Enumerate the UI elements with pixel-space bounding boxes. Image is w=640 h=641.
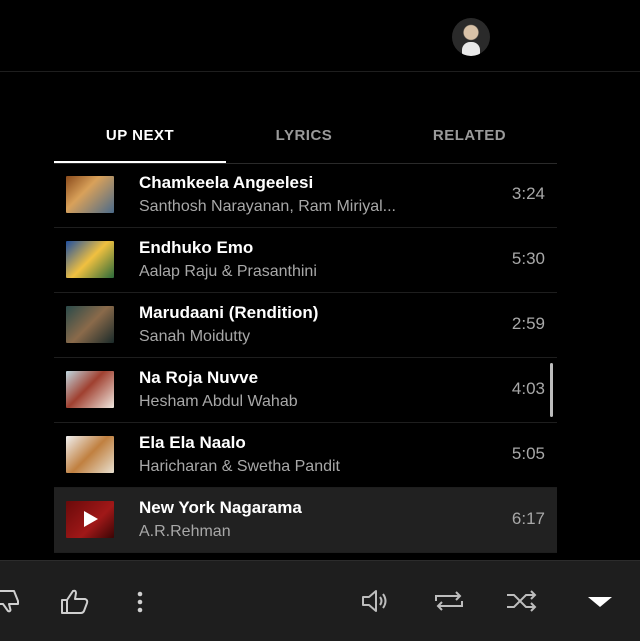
track-title: Chamkeela Angeelesi	[139, 173, 314, 192]
track-artist: Hesham Abdul Wahab	[139, 393, 298, 410]
tab-up-next[interactable]: UP NEXT	[54, 112, 226, 163]
track-title: New York Nagarama	[139, 498, 302, 517]
track-duration: 3:24	[511, 184, 545, 203]
track-duration: 4:03	[511, 379, 545, 398]
avatar-icon[interactable]	[452, 18, 490, 56]
tab-lyrics[interactable]: LYRICS	[226, 112, 382, 162]
repeat-icon[interactable]	[432, 589, 466, 613]
player-tabs: UP NEXT LYRICS RELATED	[54, 112, 557, 164]
thumbs-up-icon[interactable]	[60, 589, 90, 615]
album-art-thumbnail	[66, 501, 114, 538]
track-title: Ela Ela Naalo	[139, 433, 246, 452]
queue-item[interactable]: Ela Ela Naalo Haricharan & Swetha Pandit…	[54, 423, 557, 488]
volume-icon[interactable]	[361, 589, 391, 613]
track-artist: Santhosh Narayanan, Ram Miriyal...	[139, 198, 396, 215]
album-art-thumbnail	[66, 371, 114, 408]
tab-related[interactable]: RELATED	[382, 112, 557, 162]
queue-item[interactable]: Na Roja Nuvve Hesham Abdul Wahab 4:03	[54, 358, 557, 423]
track-duration: 5:30	[511, 249, 545, 268]
shuffle-icon[interactable]	[505, 589, 539, 613]
track-title: Na Roja Nuvve	[139, 368, 259, 387]
album-art-thumbnail	[66, 306, 114, 343]
play-icon	[84, 511, 98, 527]
track-artist: Aalap Raju & Prasanthini	[139, 263, 317, 280]
album-art-thumbnail	[66, 436, 114, 473]
queue-item[interactable]: Marudaani (Rendition) Sanah Moidutty 2:5…	[54, 293, 557, 358]
track-artist: Haricharan & Swetha Pandit	[139, 458, 340, 475]
more-vert-icon[interactable]	[136, 591, 144, 613]
queue-item[interactable]: Chamkeela Angeelesi Santhosh Narayanan, …	[54, 163, 557, 228]
track-title: Marudaani (Rendition)	[139, 303, 319, 322]
track-duration: 5:05	[511, 444, 545, 463]
queue-item[interactable]: Endhuko Emo Aalap Raju & Prasanthini 5:3…	[54, 228, 557, 293]
album-art-thumbnail	[66, 241, 114, 278]
queue-item-now-playing[interactable]: New York Nagarama A.R.Rehman 6:17	[54, 488, 557, 553]
album-art-thumbnail	[66, 176, 114, 213]
track-duration: 2:59	[511, 314, 545, 333]
track-title: Endhuko Emo	[139, 238, 254, 257]
player-bar	[0, 560, 640, 641]
up-next-queue: Chamkeela Angeelesi Santhosh Narayanan, …	[54, 163, 557, 553]
queue-scrollbar[interactable]	[550, 363, 553, 417]
collapse-arrow-icon[interactable]	[587, 596, 613, 608]
track-duration: 6:17	[511, 509, 545, 528]
track-artist: A.R.Rehman	[139, 523, 231, 540]
thumbs-down-icon[interactable]	[0, 589, 20, 613]
track-artist: Sanah Moidutty	[139, 328, 251, 345]
top-bar	[0, 0, 640, 72]
